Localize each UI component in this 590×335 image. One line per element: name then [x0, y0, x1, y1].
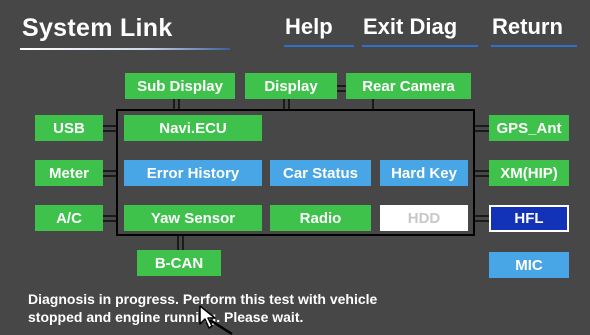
help-button[interactable]: Help [285, 14, 333, 40]
connector-gps-2 [475, 130, 489, 132]
rear-camera-button[interactable]: Rear Camera [346, 73, 471, 99]
connector-usb [103, 125, 116, 127]
mouse-pointer-icon [199, 305, 233, 335]
status-line-1: Diagnosis in progress. Perform this test… [28, 291, 378, 307]
hard-key-button[interactable]: Hard Key [380, 160, 468, 186]
usb-button[interactable]: USB [35, 115, 103, 141]
display-button[interactable]: Display [245, 73, 337, 99]
system-link-screen: System Link Help Exit Diag Return Sub Di… [0, 0, 590, 335]
connector-meter-2 [103, 175, 116, 177]
connector-display-camera-2 [336, 90, 346, 92]
header-bar: System Link Help Exit Diag Return [0, 0, 590, 58]
connector-display-camera [336, 85, 346, 87]
connector-gps [475, 125, 489, 127]
xm-hip-button[interactable]: XM(HIP) [489, 160, 569, 186]
title-underline [20, 48, 230, 50]
page-title: System Link [22, 14, 173, 42]
error-history-button[interactable]: Error History [124, 160, 262, 186]
hfl-button[interactable]: HFL [489, 205, 569, 232]
yaw-sensor-button[interactable]: Yaw Sensor [124, 205, 262, 231]
connector-hfl-2 [475, 220, 489, 222]
connector-xm-2 [475, 175, 489, 177]
ac-button[interactable]: A/C [35, 205, 103, 231]
gps-ant-button[interactable]: GPS_Ant [489, 115, 569, 141]
connector-meter [103, 170, 116, 172]
status-line-2: stopped and engine running. Please wait. [28, 309, 304, 325]
exit-diag-button[interactable]: Exit Diag [363, 14, 457, 40]
car-status-button[interactable]: Car Status [270, 160, 371, 186]
radio-button[interactable]: Radio [270, 205, 371, 231]
status-message: Diagnosis in progress. Perform this test… [28, 290, 488, 326]
connector-ac-2 [103, 220, 116, 222]
exit-diag-underline [362, 45, 478, 47]
connector-bcan-2 [182, 236, 184, 250]
sub-display-button[interactable]: Sub Display [125, 73, 235, 99]
return-underline [491, 45, 577, 47]
navi-ecu-button[interactable]: Navi.ECU [124, 115, 262, 141]
connector-xm [475, 170, 489, 172]
connector-bcan [177, 236, 179, 250]
connector-ac [103, 215, 116, 217]
return-button[interactable]: Return [492, 14, 563, 40]
hdd-button: HDD [380, 205, 468, 231]
mic-button[interactable]: MIC [489, 252, 569, 278]
connector-usb-2 [103, 130, 116, 132]
connector-hfl [475, 215, 489, 217]
meter-button[interactable]: Meter [35, 160, 103, 186]
b-can-button[interactable]: B-CAN [137, 250, 221, 276]
help-underline [284, 45, 354, 47]
